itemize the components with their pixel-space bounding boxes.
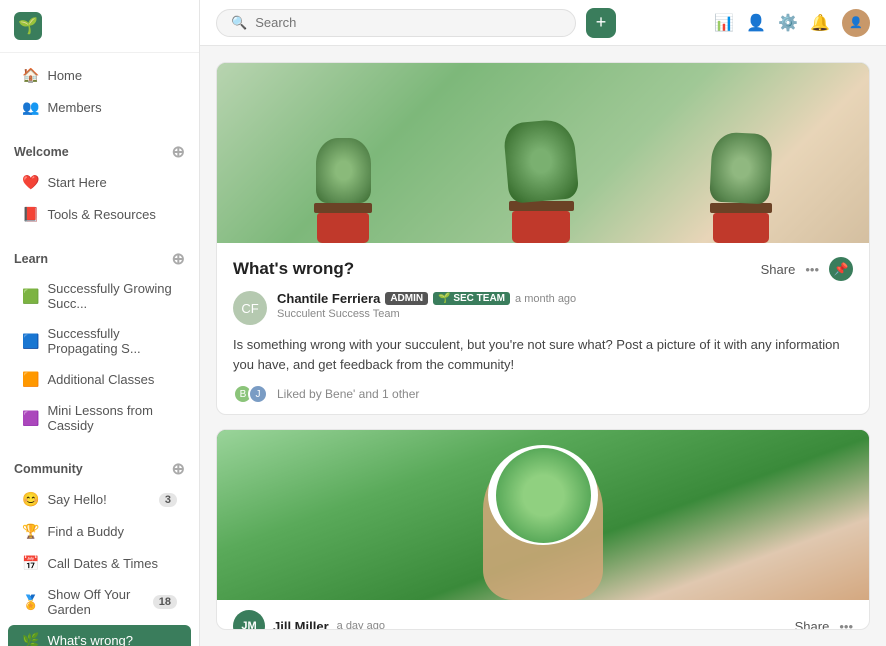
- tools-icon: 📕: [22, 206, 39, 223]
- section-community-add[interactable]: ⊕: [172, 459, 185, 479]
- liked-text: Liked by Bene' and 1 other: [277, 387, 419, 401]
- post-title: What's wrong?: [233, 259, 354, 279]
- sidebar-item-home[interactable]: 🏠 Home: [8, 60, 191, 91]
- propagating-icon: 🟦: [22, 333, 39, 350]
- second-post-actions: Share •••: [795, 619, 853, 630]
- add-button[interactable]: +: [586, 8, 616, 38]
- sidebar-item-propagating[interactable]: 🟦 Successfully Propagating S...: [8, 319, 191, 363]
- section-learn-add[interactable]: ⊕: [172, 249, 185, 269]
- sidebar-item-tools[interactable]: 📕 Tools & Resources: [8, 199, 191, 230]
- author-name: Chantile Ferriera: [277, 291, 380, 306]
- second-post-time: a day ago: [337, 620, 385, 630]
- second-author-info: JM Jill Miller a day ago: [233, 610, 385, 630]
- second-post-bottom: JM Jill Miller a day ago Share •••: [217, 600, 869, 630]
- sidebar-item-home-label: Home: [47, 68, 82, 83]
- liked-avatars: B J: [233, 384, 263, 404]
- topbar-icons: 📊 👤 ⚙️ 🔔 👤: [714, 9, 870, 37]
- more-options-button[interactable]: •••: [805, 262, 819, 277]
- search-input[interactable]: [255, 15, 561, 30]
- section-community: Community ⊕: [0, 449, 199, 483]
- sidebar-item-mini-lessons[interactable]: 🟪 Mini Lessons from Cassidy: [8, 396, 191, 440]
- second-post-card: JM Jill Miller a day ago Share •••: [216, 429, 870, 630]
- post-image: [217, 63, 869, 243]
- second-more-button[interactable]: •••: [839, 619, 853, 630]
- start-here-icon: ❤️: [22, 174, 39, 191]
- show-garden-badge: 18: [153, 595, 177, 609]
- sidebar-item-whats-wrong[interactable]: 🌿 What's wrong?: [8, 625, 191, 646]
- app-logo: 🌱: [0, 0, 199, 53]
- section-learn: Learn ⊕: [0, 239, 199, 273]
- start-here-label: Start Here: [47, 175, 106, 190]
- chart-icon[interactable]: 📊: [714, 13, 734, 33]
- sidebar-item-members-label: Members: [47, 100, 101, 115]
- say-hello-label: Say Hello!: [47, 492, 106, 507]
- section-welcome-add[interactable]: ⊕: [172, 142, 185, 162]
- post-header-actions: Share ••• 📌: [761, 257, 853, 281]
- sidebar-item-say-hello[interactable]: 😊 Say Hello! 3: [8, 484, 191, 515]
- team-badge: 🌱 SEC TEAM: [433, 292, 510, 305]
- post-body-text: Is something wrong with your succulent, …: [233, 335, 853, 374]
- mini-lessons-label: Mini Lessons from Cassidy: [47, 403, 177, 433]
- sidebar-item-find-buddy[interactable]: 🏆 Find a Buddy: [8, 516, 191, 547]
- jm-avatar: JM: [233, 610, 265, 630]
- section-community-label: Community: [14, 462, 83, 476]
- classes-icon: 🟧: [22, 371, 39, 388]
- say-hello-badge: 3: [159, 493, 177, 507]
- growing-label: Successfully Growing Succ...: [47, 281, 177, 311]
- sidebar-item-members[interactable]: 👥 Members: [8, 92, 191, 123]
- call-dates-icon: 📅: [22, 555, 39, 572]
- author-avatar: CF: [233, 291, 267, 325]
- second-post-image: [217, 430, 869, 600]
- mini-lessons-icon: 🟪: [22, 410, 39, 427]
- post-card-whats-wrong: What's wrong? Share ••• 📌 CF Chantile Fe…: [216, 62, 870, 415]
- section-welcome: Welcome ⊕: [0, 132, 199, 166]
- second-author-name: Jill Miller: [273, 619, 329, 630]
- growing-icon: 🟩: [22, 288, 39, 305]
- sidebar-item-growing[interactable]: 🟩 Successfully Growing Succ...: [8, 274, 191, 318]
- section-welcome-label: Welcome: [14, 145, 69, 159]
- logo-icon: 🌱: [14, 12, 42, 40]
- main-content: What's wrong? Share ••• 📌 CF Chantile Fe…: [200, 46, 886, 646]
- admin-badge: ADMIN: [385, 292, 428, 305]
- call-dates-label: Call Dates & Times: [47, 556, 158, 571]
- find-buddy-label: Find a Buddy: [47, 524, 124, 539]
- classes-label: Additional Classes: [47, 372, 154, 387]
- search-icon: 🔍: [231, 15, 247, 31]
- user-avatar[interactable]: 👤: [842, 9, 870, 37]
- post-body: What's wrong? Share ••• 📌 CF Chantile Fe…: [217, 243, 869, 415]
- search-bar[interactable]: 🔍: [216, 9, 576, 37]
- show-garden-label: Show Off Your Garden: [47, 587, 144, 617]
- tools-label: Tools & Resources: [47, 207, 155, 222]
- gear-icon[interactable]: ⚙️: [778, 13, 798, 33]
- author-subtitle: Succulent Success Team: [277, 308, 576, 320]
- sidebar-item-start-here[interactable]: ❤️ Start Here: [8, 167, 191, 198]
- sidebar-item-show-garden[interactable]: 🏅 Show Off Your Garden 18: [8, 580, 191, 624]
- say-hello-icon: 😊: [22, 491, 39, 508]
- second-share-button[interactable]: Share: [795, 619, 830, 630]
- home-icon: 🏠: [22, 67, 39, 84]
- show-garden-icon: 🏅: [22, 594, 39, 611]
- pin-button[interactable]: 📌: [829, 257, 853, 281]
- post-time: a month ago: [515, 293, 576, 305]
- bell-icon[interactable]: 🔔: [810, 13, 830, 33]
- topbar: 🔍 + 📊 👤 ⚙️ 🔔 👤: [200, 0, 886, 46]
- post-actions: 👍 Like 💬 Comment 7 comments: [233, 414, 853, 415]
- post-header-row: What's wrong? Share ••• 📌: [233, 257, 853, 281]
- liked-row: B J Liked by Bene' and 1 other: [233, 384, 853, 404]
- whats-wrong-label: What's wrong?: [47, 633, 133, 646]
- person-icon[interactable]: 👤: [746, 13, 766, 33]
- author-name-row: Chantile Ferriera ADMIN 🌱 SEC TEAM a mon…: [277, 291, 576, 306]
- liked-avatar-2: J: [248, 384, 268, 404]
- sidebar-item-call-dates[interactable]: 📅 Call Dates & Times: [8, 548, 191, 579]
- find-buddy-icon: 🏆: [22, 523, 39, 540]
- members-icon: 👥: [22, 99, 39, 116]
- author-info: Chantile Ferriera ADMIN 🌱 SEC TEAM a mon…: [277, 291, 576, 320]
- propagating-label: Successfully Propagating S...: [47, 326, 177, 356]
- whats-wrong-icon: 🌿: [22, 632, 39, 646]
- post-author-row: CF Chantile Ferriera ADMIN 🌱 SEC TEAM a …: [233, 291, 853, 325]
- share-button[interactable]: Share: [761, 262, 796, 277]
- sidebar-item-classes[interactable]: 🟧 Additional Classes: [8, 364, 191, 395]
- section-learn-label: Learn: [14, 252, 48, 266]
- sidebar: 🌱 🏠 Home 👥 Members Welcome ⊕ ❤️ Start He…: [0, 0, 200, 646]
